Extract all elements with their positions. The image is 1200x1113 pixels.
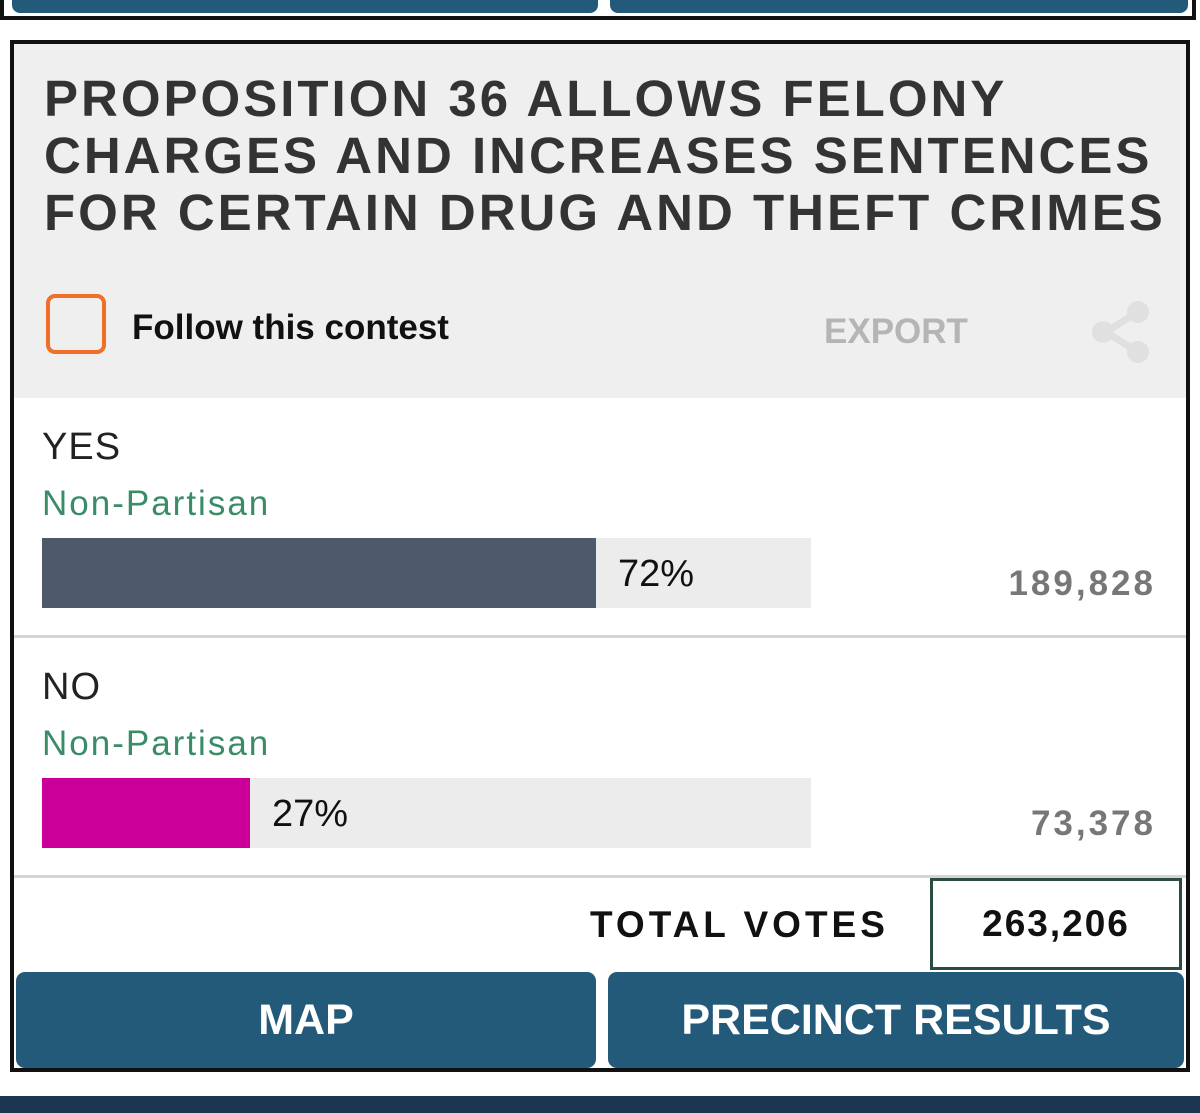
- result-bar: 27%: [42, 778, 811, 848]
- choice-votes: 189,828: [1008, 564, 1156, 603]
- map-button[interactable]: MAP: [16, 972, 596, 1068]
- choice-votes: 73,378: [1030, 804, 1156, 843]
- export-button[interactable]: EXPORT: [824, 312, 968, 352]
- choice-party: Non-Partisan: [42, 724, 271, 763]
- contest-header: PROPOSITION 36 ALLOWS FELONY CHARGES AND…: [14, 44, 1186, 398]
- previous-precinct-button[interactable]: [610, 0, 1188, 13]
- follow-label[interactable]: Follow this contest: [132, 308, 449, 348]
- next-contest-edge: [0, 1096, 1200, 1113]
- result-bar-fill: [42, 538, 596, 608]
- contest-title: PROPOSITION 36 ALLOWS FELONY CHARGES AND…: [44, 70, 1166, 241]
- result-percent: 72%: [618, 553, 695, 595]
- total-votes-value: 263,206: [982, 903, 1130, 944]
- total-votes-box: 263,206: [930, 878, 1182, 970]
- total-votes-label: TOTAL VOTES: [590, 904, 889, 945]
- previous-contest-card: [0, 0, 1196, 20]
- result-percent: 27%: [272, 793, 349, 835]
- choice-row-no: NO Non-Partisan 27% 73,378: [14, 638, 1186, 878]
- choice-name: YES: [42, 426, 122, 468]
- previous-map-button[interactable]: [12, 0, 598, 13]
- result-bar-fill: [42, 778, 250, 848]
- precinct-results-button[interactable]: PRECINCT RESULTS: [608, 972, 1184, 1068]
- choice-name: NO: [42, 666, 101, 708]
- follow-checkbox[interactable]: [46, 294, 106, 354]
- contest-card: PROPOSITION 36 ALLOWS FELONY CHARGES AND…: [10, 40, 1190, 1072]
- choice-party: Non-Partisan: [42, 484, 271, 523]
- choice-row-yes: YES Non-Partisan 72% 189,828: [14, 398, 1186, 638]
- share-icon[interactable]: [1088, 299, 1154, 365]
- result-bar: 72%: [42, 538, 811, 608]
